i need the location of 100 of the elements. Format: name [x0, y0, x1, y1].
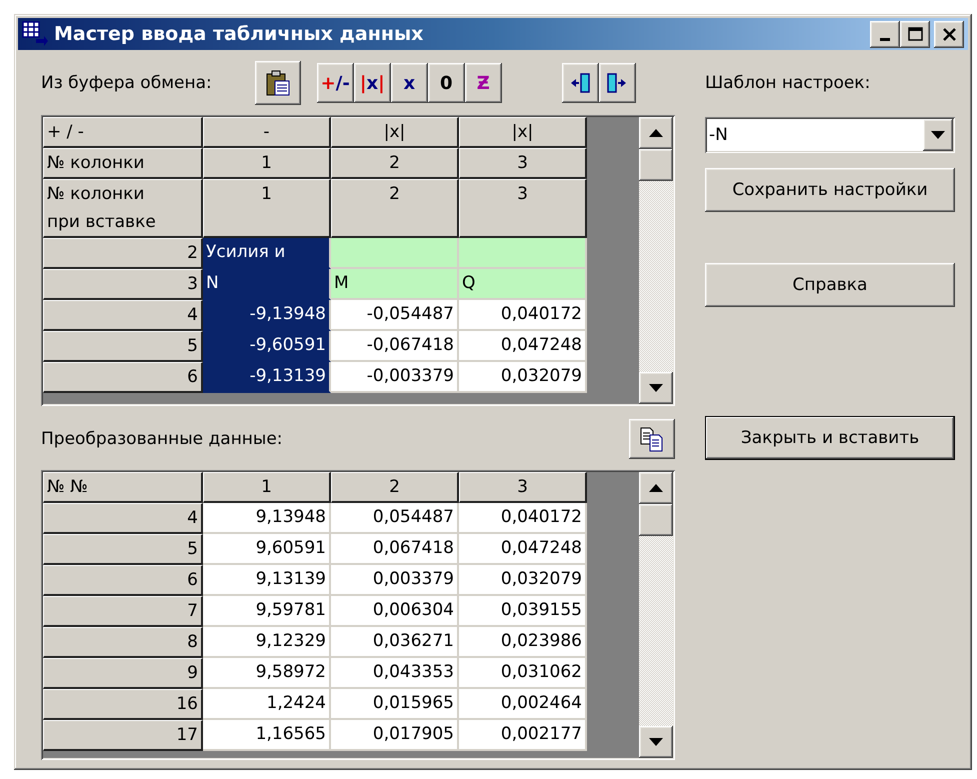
down-arrow-icon [931, 131, 945, 139]
table-cell: -0,054487 [331, 300, 459, 331]
table-cell: 0,036271 [331, 627, 459, 658]
table-cell: 0,031062 [459, 658, 587, 689]
clipboard-icon [264, 69, 292, 97]
column-header-cell[interactable]: 2 [331, 148, 459, 179]
scroll-up-button[interactable] [639, 117, 673, 149]
table-cell: 0,006304 [331, 596, 459, 627]
scrollbar[interactable] [639, 472, 673, 758]
row-header-cell: № колонки [43, 148, 203, 179]
column-header-cell[interactable]: 3 [459, 179, 587, 238]
scroll-thumb[interactable] [639, 504, 673, 536]
row-number-cell[interactable]: 3 [43, 269, 203, 300]
dialog-button[interactable]: Закрыть и вставить [705, 416, 955, 460]
table-cell: 9,13948 [203, 503, 331, 534]
up-arrow-icon [649, 129, 663, 137]
table-cell: 9,59781 [203, 596, 331, 627]
column-header-cell[interactable]: 2 [331, 472, 459, 503]
table-cell: Усилия и [203, 238, 331, 269]
table-cell: 0,040172 [459, 503, 587, 534]
insert-column-right-button[interactable] [598, 63, 636, 103]
table-cell: 0,015965 [331, 689, 459, 720]
scroll-down-button[interactable] [639, 726, 673, 758]
column-header-cell[interactable]: 1 [203, 148, 331, 179]
row-number-cell[interactable]: 2 [43, 238, 203, 269]
close-button[interactable] [934, 20, 964, 48]
minimize-icon [880, 38, 890, 40]
scrollbar[interactable] [639, 117, 673, 404]
table-cell: 0,017905 [331, 720, 459, 751]
table-cell: 0,047248 [459, 534, 587, 565]
down-arrow-icon [649, 384, 663, 392]
row-number-cell[interactable]: 4 [43, 503, 203, 534]
dialog-button[interactable]: Сохранить настройки [705, 168, 955, 212]
section-label: Шаблон настроек: [705, 73, 870, 93]
row-number-cell[interactable]: 17 [43, 720, 203, 751]
table-cell: 1,2424 [203, 689, 331, 720]
row-number-cell[interactable]: 7 [43, 596, 203, 627]
copy-button[interactable] [629, 419, 675, 459]
toolbar-button[interactable]: |x| [354, 63, 391, 103]
row-number-cell[interactable]: 4 [43, 300, 203, 331]
column-left-arrow-icon [569, 71, 592, 95]
insert-column-left-button[interactable] [562, 63, 599, 103]
table-cell: 0,002177 [459, 720, 587, 751]
column-header-cell[interactable]: 3 [459, 148, 587, 179]
toolbar-button[interactable]: +/- [316, 63, 354, 103]
section-label: Преобразованные данные: [41, 429, 283, 449]
table-cell: 0,039155 [459, 596, 587, 627]
row-number-cell[interactable]: 16 [43, 689, 203, 720]
row-number-cell[interactable]: 6 [43, 565, 203, 596]
table-cell: Q [459, 269, 587, 300]
row-header-cell: + / - [43, 117, 203, 148]
row-number-cell[interactable]: 9 [43, 658, 203, 689]
section-label: Из буфера обмена: [41, 73, 212, 93]
column-right-arrow-icon [606, 71, 628, 95]
column-header-cell[interactable]: 3 [459, 472, 587, 503]
window-title: Мастер ввода табличных данных [54, 23, 424, 45]
table-cell: 0,047248 [459, 331, 587, 362]
table-cell: N [203, 269, 331, 300]
column-header-cell[interactable]: 1 [203, 472, 331, 503]
table-cell: 0,054487 [331, 503, 459, 534]
row-header-cell: № колонки при вставке [43, 179, 203, 238]
scroll-up-button[interactable] [639, 472, 673, 504]
row-number-cell[interactable]: 5 [43, 534, 203, 565]
column-header-cell[interactable]: |x| [459, 117, 587, 148]
table-cell: 0,002464 [459, 689, 587, 720]
row-number-cell[interactable]: 8 [43, 627, 203, 658]
table-cell: 0,040172 [459, 300, 587, 331]
dropdown-button[interactable] [923, 119, 953, 151]
table-cell: 0,067418 [331, 534, 459, 565]
maximize-button[interactable] [900, 20, 930, 48]
row-number-cell[interactable]: 6 [43, 362, 203, 393]
table-cell: M [331, 269, 459, 300]
toolbar-button[interactable]: Ƶ [464, 63, 502, 103]
column-header-cell[interactable]: |x| [331, 117, 459, 148]
close-icon [942, 26, 956, 42]
table-cell: 0,032079 [459, 362, 587, 393]
scroll-down-button[interactable] [639, 372, 673, 404]
table-cell: 9,13139 [203, 565, 331, 596]
table-cell: 0,003379 [331, 565, 459, 596]
table-arrow-icon [22, 21, 48, 47]
minimize-button[interactable] [870, 20, 900, 48]
toolbar-button[interactable]: x [390, 63, 428, 103]
copy-icon [639, 426, 665, 452]
table-cell: -9,60591 [203, 331, 331, 362]
row-number-cell[interactable]: 5 [43, 331, 203, 362]
row-header-cell: № № [43, 472, 203, 503]
column-header-cell[interactable]: 2 [331, 179, 459, 238]
table-cell: -0,003379 [331, 362, 459, 393]
paste-button[interactable] [254, 61, 301, 105]
toolbar-button[interactable]: 0 [428, 63, 465, 103]
table-cell: 0,043353 [331, 658, 459, 689]
dialog-button[interactable]: Справка [705, 263, 955, 307]
scroll-thumb[interactable] [639, 149, 673, 181]
column-header-cell[interactable]: - [203, 117, 331, 148]
table-cell: 9,60591 [203, 534, 331, 565]
maximize-icon [908, 26, 922, 42]
table-cell: -9,13139 [203, 362, 331, 393]
template-dropdown[interactable]: -N [705, 117, 955, 153]
table-cell: 0,032079 [459, 565, 587, 596]
column-header-cell[interactable]: 1 [203, 179, 331, 238]
